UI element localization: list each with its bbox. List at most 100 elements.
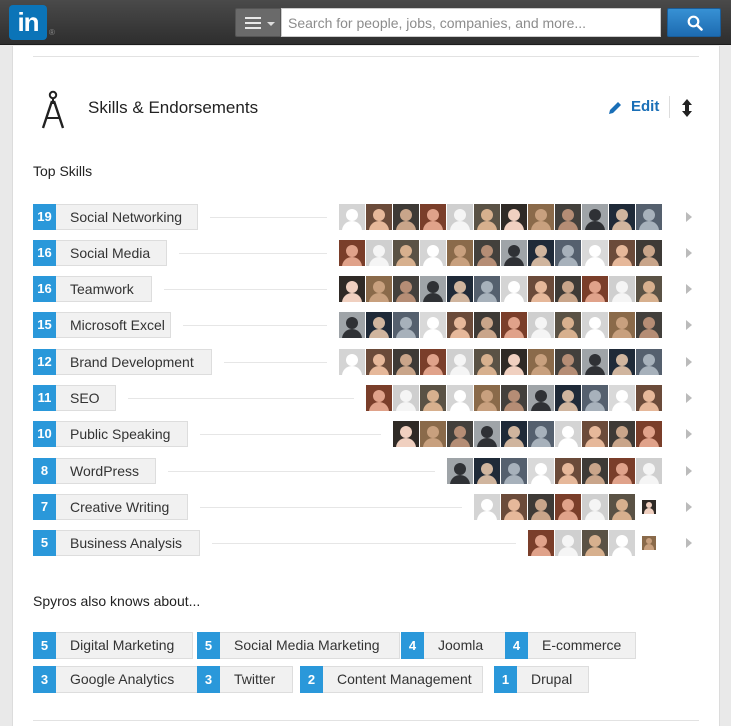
endorser-avatar[interactable] — [609, 240, 635, 266]
endorser-avatar[interactable] — [339, 349, 365, 375]
endorser-avatar[interactable] — [393, 421, 419, 447]
endorser-avatar[interactable] — [420, 421, 446, 447]
endorser-avatar[interactable] — [555, 385, 581, 411]
skill-name[interactable]: Social Media Marketing — [220, 632, 400, 659]
skill-row[interactable]: 16 Teamwork — [33, 276, 703, 302]
chevron-right-icon[interactable] — [685, 466, 693, 476]
endorser-avatar[interactable] — [447, 385, 473, 411]
skill-name[interactable]: Social Networking — [56, 204, 198, 230]
endorser-avatar[interactable] — [555, 276, 581, 302]
skill-row[interactable]: 19 Social Networking — [33, 204, 703, 230]
endorser-avatar[interactable] — [555, 458, 581, 484]
endorser-avatar[interactable] — [609, 312, 635, 338]
endorser-avatar[interactable] — [528, 458, 554, 484]
endorser-avatar[interactable] — [555, 204, 581, 230]
endorser-avatar[interactable] — [501, 204, 527, 230]
skill-name[interactable]: Twitter — [220, 666, 293, 693]
skill-tag[interactable]: 2 Content Management — [300, 666, 483, 693]
skill-name[interactable]: Business Analysis — [56, 530, 200, 556]
endorser-avatar[interactable] — [636, 421, 662, 447]
endorser-avatar[interactable] — [582, 458, 608, 484]
endorser-avatar[interactable] — [636, 204, 662, 230]
endorsement-count[interactable]: 3 — [33, 666, 56, 693]
endorser-avatar[interactable] — [420, 385, 446, 411]
endorser-avatar[interactable] — [474, 385, 500, 411]
endorser-avatar[interactable] — [636, 312, 662, 338]
endorser-avatar[interactable] — [609, 421, 635, 447]
endorser-avatar[interactable] — [474, 349, 500, 375]
endorser-avatar[interactable] — [474, 458, 500, 484]
endorsement-count[interactable]: 12 — [33, 349, 56, 375]
endorser-avatar[interactable] — [609, 349, 635, 375]
endorser-avatar[interactable] — [555, 421, 581, 447]
endorser-avatar[interactable] — [501, 458, 527, 484]
endorser-avatar[interactable] — [420, 349, 446, 375]
endorser-avatar[interactable] — [393, 204, 419, 230]
endorser-avatar[interactable] — [636, 458, 662, 484]
endorser-avatar[interactable] — [555, 494, 581, 520]
endorser-avatar[interactable] — [582, 276, 608, 302]
endorser-avatar[interactable] — [642, 500, 656, 514]
chevron-right-icon[interactable] — [685, 429, 693, 439]
endorser-avatar[interactable] — [420, 276, 446, 302]
search-button[interactable] — [667, 8, 721, 37]
endorsement-count[interactable]: 5 — [33, 632, 56, 659]
endorser-avatar[interactable] — [609, 530, 635, 556]
endorser-avatar[interactable] — [636, 276, 662, 302]
skill-tag[interactable]: 3 Google Analytics — [33, 666, 210, 693]
endorser-avatar[interactable] — [528, 530, 554, 556]
skill-name[interactable]: Teamwork — [56, 276, 152, 302]
endorsement-count[interactable]: 16 — [33, 276, 56, 302]
endorsement-count[interactable]: 2 — [300, 666, 323, 693]
search-input[interactable] — [281, 8, 661, 37]
endorser-avatar[interactable] — [501, 276, 527, 302]
endorser-avatar[interactable] — [447, 421, 473, 447]
endorser-avatar[interactable] — [609, 458, 635, 484]
endorser-avatar[interactable] — [555, 530, 581, 556]
endorser-avatar[interactable] — [447, 312, 473, 338]
endorser-avatar[interactable] — [474, 312, 500, 338]
endorser-avatar[interactable] — [582, 312, 608, 338]
skill-name[interactable]: Google Analytics — [56, 666, 210, 693]
skill-name[interactable]: Microsoft Excel — [56, 312, 171, 338]
endorser-avatar[interactable] — [582, 204, 608, 230]
skill-tag[interactable]: 4 Joomla — [401, 632, 512, 659]
skill-name[interactable]: Social Media — [56, 240, 167, 266]
skill-tag[interactable]: 5 Social Media Marketing — [197, 632, 400, 659]
skill-name[interactable]: Creative Writing — [56, 494, 188, 520]
skill-row[interactable]: 8 WordPress — [33, 458, 703, 484]
endorser-avatar[interactable] — [501, 421, 527, 447]
endorser-avatar[interactable] — [501, 312, 527, 338]
skill-tag[interactable]: 1 Drupal — [494, 666, 589, 693]
endorser-avatar[interactable] — [582, 530, 608, 556]
skill-name[interactable]: Digital Marketing — [56, 632, 193, 659]
endorser-avatar[interactable] — [447, 276, 473, 302]
skill-row[interactable]: 15 Microsoft Excel — [33, 312, 703, 338]
endorser-avatar[interactable] — [642, 536, 656, 550]
endorser-avatar[interactable] — [555, 240, 581, 266]
endorsement-count[interactable]: 5 — [33, 530, 56, 556]
endorser-avatar[interactable] — [420, 204, 446, 230]
endorser-avatar[interactable] — [474, 421, 500, 447]
endorser-avatar[interactable] — [366, 349, 392, 375]
skill-row[interactable]: 7 Creative Writing — [33, 494, 703, 520]
skill-row[interactable]: 12 Brand Development — [33, 349, 703, 375]
reorder-arrows-icon[interactable] — [681, 98, 693, 118]
endorser-avatar[interactable] — [447, 458, 473, 484]
endorser-avatar[interactable] — [528, 240, 554, 266]
endorser-avatar[interactable] — [528, 421, 554, 447]
skill-row[interactable]: 5 Business Analysis — [33, 530, 703, 556]
endorser-avatar[interactable] — [528, 494, 554, 520]
endorsement-count[interactable]: 3 — [197, 666, 220, 693]
endorser-avatar[interactable] — [393, 312, 419, 338]
endorser-avatar[interactable] — [528, 204, 554, 230]
skill-name[interactable]: Content Management — [323, 666, 483, 693]
endorser-avatar[interactable] — [582, 385, 608, 411]
skill-row[interactable]: 16 Social Media — [33, 240, 703, 266]
endorser-avatar[interactable] — [609, 204, 635, 230]
skill-name[interactable]: Public Speaking — [56, 421, 188, 447]
linkedin-logo[interactable]: in — [9, 5, 47, 40]
skill-name[interactable]: Brand Development — [56, 349, 212, 375]
endorser-avatar[interactable] — [393, 385, 419, 411]
endorser-avatar[interactable] — [393, 240, 419, 266]
